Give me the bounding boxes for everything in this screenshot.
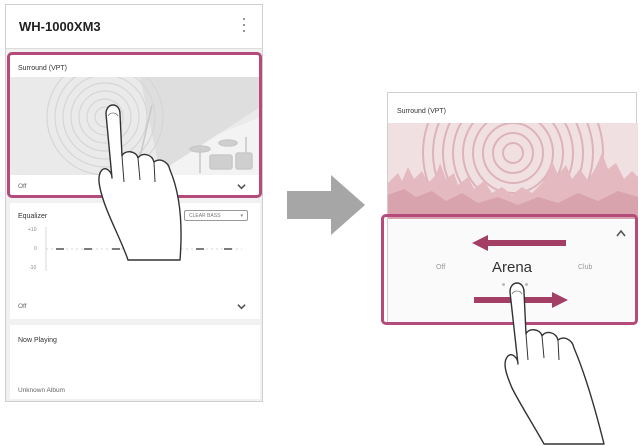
app-bar: WH-1000XM3 [6, 5, 262, 49]
app-title: WH-1000XM3 [19, 19, 101, 34]
dropdown-icon: ▾ [240, 213, 243, 219]
tapping-hand-illustration [98, 104, 182, 261]
eq-scale-mid: 0 [34, 246, 37, 252]
chevron-down-icon[interactable] [237, 302, 246, 311]
arrow-right-icon [287, 175, 365, 235]
album-name: Unknown Album [18, 387, 65, 394]
eq-scale-bottom: -10 [29, 265, 37, 271]
equalizer-value: Off [18, 303, 27, 310]
now-playing-card[interactable]: Now Playing Unknown Album [10, 325, 260, 399]
surround-label: Surround (VPT) [397, 108, 447, 115]
now-playing-label: Now Playing [18, 337, 57, 344]
more-options-icon[interactable] [242, 18, 246, 32]
equalizer-label: Equalizer [18, 213, 48, 220]
arena-scene-image [388, 123, 638, 219]
swiping-hand-illustration [504, 282, 605, 445]
eq-scale-top: +10 [28, 227, 37, 233]
